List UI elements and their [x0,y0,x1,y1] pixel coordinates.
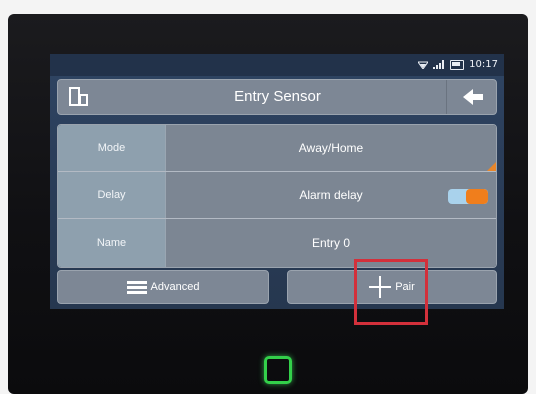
back-button[interactable] [446,80,496,114]
row-value-text: Away/Home [298,141,364,155]
settings-row-name[interactable]: Name Entry 0 [58,219,496,267]
dropdown-corner-icon [487,162,496,171]
row-label: Name [58,219,166,267]
wifi-icon [417,60,430,70]
settings-table: Mode Away/Home Delay Alarm delay Name En… [57,124,497,268]
name-value[interactable]: Entry 0 [166,219,496,267]
device-icon [58,87,106,118]
status-icons: 10:17 [417,59,498,70]
status-bar: 10:17 [50,54,504,76]
settings-row-delay[interactable]: Delay Alarm delay [58,172,496,219]
back-arrow-icon [447,89,497,118]
row-value-text: Entry 0 [311,236,350,250]
battery-icon [450,59,465,70]
row-label: Mode [58,125,166,171]
status-led [264,356,292,384]
hamburger-icon [126,280,147,294]
mode-value[interactable]: Away/Home [166,125,496,171]
title-bar: Entry Sensor [57,79,497,115]
device-button[interactable] [58,80,106,114]
delay-value: Alarm delay [166,172,496,218]
signal-icon [433,60,445,69]
touch-screen: 10:17 Entry Sensor Mode Away/Home Delay … [50,54,504,309]
status-time: 10:17 [469,59,498,70]
highlight-box [354,259,428,325]
photo-background: 10:17 Entry Sensor Mode Away/Home Delay … [0,0,536,394]
settings-row-mode[interactable]: Mode Away/Home [58,125,496,172]
bottom-bar: Advanced Pair [57,270,497,304]
row-value-text: Alarm delay [299,188,363,202]
alarm-delay-toggle[interactable] [448,189,488,204]
row-label: Delay [58,172,166,218]
toggle-knob [466,189,488,204]
advanced-button[interactable]: Advanced [57,270,269,304]
advanced-label: Advanced [150,281,200,293]
page-title: Entry Sensor [234,88,321,105]
